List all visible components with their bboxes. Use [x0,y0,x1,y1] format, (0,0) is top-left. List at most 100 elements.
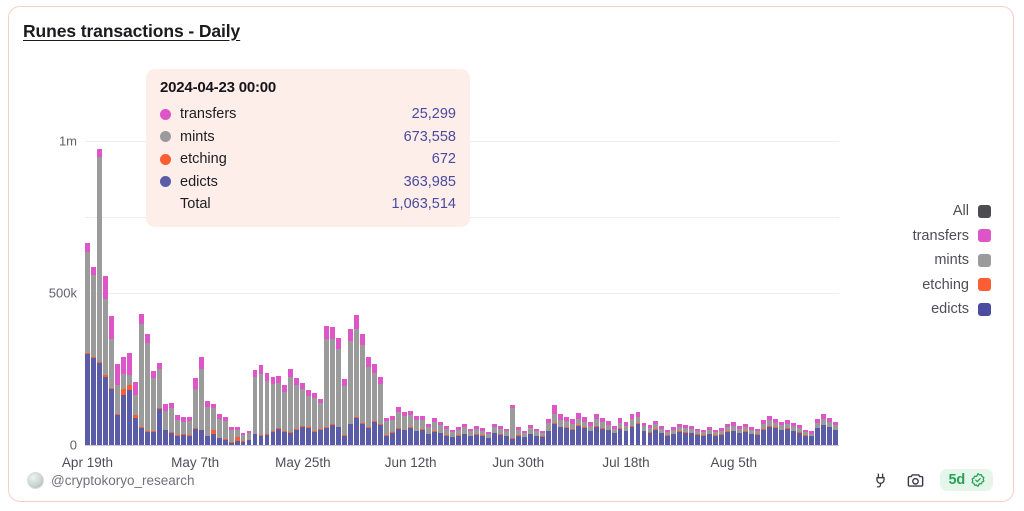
range-badge[interactable]: 5d [940,469,993,491]
bar-column[interactable] [282,385,287,445]
bar-column[interactable] [426,424,431,445]
bar-column[interactable] [797,425,802,445]
bar-column[interactable] [265,373,270,445]
bar-column[interactable] [151,371,156,445]
bar-column[interactable] [540,431,545,445]
bar-column[interactable] [707,427,712,445]
bar-column[interactable] [115,364,120,445]
bar-column[interactable] [510,405,515,445]
bar-column[interactable] [157,363,162,445]
bar-column[interactable] [498,426,503,445]
bar-column[interactable] [504,429,509,445]
bar-column[interactable] [642,423,647,445]
bar-column[interactable] [402,412,407,445]
bar-column[interactable] [121,357,126,445]
bar-column[interactable] [791,423,796,445]
bar-column[interactable] [809,431,814,445]
bar-column[interactable] [534,429,539,445]
bar-column[interactable] [384,418,389,445]
bar-column[interactable] [306,390,311,445]
bar-column[interactable] [175,415,180,445]
bar-column[interactable] [85,243,90,445]
bar-column[interactable] [737,426,742,445]
bar-column[interactable] [211,404,216,445]
bar-column[interactable] [683,425,688,445]
bar-column[interactable] [109,316,114,445]
bar-column[interactable] [241,433,246,445]
bar-column[interactable] [330,327,335,445]
bar-column[interactable] [612,426,617,445]
bar-column[interactable] [624,422,629,445]
bar-column[interactable] [294,378,299,445]
bar-column[interactable] [378,377,383,445]
bar-column[interactable] [719,428,724,446]
bar-column[interactable] [253,370,258,445]
bar-column[interactable] [438,422,443,445]
bar-column[interactable] [396,407,401,445]
bar-column[interactable] [97,149,102,445]
bar-column[interactable] [300,383,305,445]
bar-column[interactable] [342,379,347,445]
bar-column[interactable] [755,429,760,445]
legend-item-all[interactable]: All [953,199,991,224]
bar-column[interactable] [659,426,664,445]
bar-column[interactable] [360,334,365,445]
bar-column[interactable] [318,399,323,445]
bar-column[interactable] [127,353,132,445]
bar-column[interactable] [468,429,473,445]
bar-column[interactable] [450,430,455,445]
bar-column[interactable] [372,364,377,445]
bar-column[interactable] [181,417,186,445]
bar-column[interactable] [312,393,317,445]
bar-column[interactable] [779,422,784,445]
bar-column[interactable] [432,418,437,445]
bar-column[interactable] [288,369,293,445]
bar-column[interactable] [276,376,281,445]
bar-column[interactable] [408,411,413,445]
bar-column[interactable] [743,424,748,445]
bar-column[interactable] [803,430,808,445]
bar-column[interactable] [827,418,832,445]
bar-column[interactable] [223,417,228,445]
bar-column[interactable] [815,419,820,445]
plug-icon[interactable] [870,470,891,491]
bar-column[interactable] [480,428,485,445]
bar-column[interactable] [414,416,419,445]
bar-column[interactable] [582,417,587,445]
bar-column[interactable] [462,424,467,445]
bar-column[interactable] [725,424,730,445]
bar-column[interactable] [648,425,653,445]
bar-column[interactable] [486,432,491,445]
bar-column[interactable] [163,404,168,445]
legend-item-edicts[interactable]: edicts [931,297,991,322]
bar-column[interactable] [630,414,635,445]
footer-controls[interactable]: 5d [870,469,993,491]
bar-column[interactable] [324,326,329,445]
bar-column[interactable] [689,426,694,445]
bar-column[interactable] [348,329,353,445]
bar-column[interactable] [701,430,706,445]
bar-column[interactable] [390,416,395,445]
bar-column[interactable] [217,414,222,445]
bar-column[interactable] [558,414,563,445]
bar-column[interactable] [528,425,533,445]
bar-column[interactable] [606,421,611,445]
bar-column[interactable] [761,420,766,445]
bar-column[interactable] [749,427,754,445]
bar-column[interactable] [516,427,521,445]
bar-column[interactable] [91,267,96,445]
bar-column[interactable] [456,427,461,445]
bar-column[interactable] [833,422,838,445]
bar-column[interactable] [731,422,736,445]
bar-column[interactable] [187,417,192,445]
bar-column[interactable] [767,416,772,445]
bar-column[interactable] [205,401,210,445]
bar-column[interactable] [773,419,778,445]
bar-column[interactable] [695,429,700,445]
bar-column[interactable] [677,424,682,445]
bar-column[interactable] [259,365,264,445]
bar-column[interactable] [271,377,276,445]
bar-column[interactable] [821,414,826,445]
bar-column[interactable] [247,431,252,445]
bar-column[interactable] [588,422,593,445]
